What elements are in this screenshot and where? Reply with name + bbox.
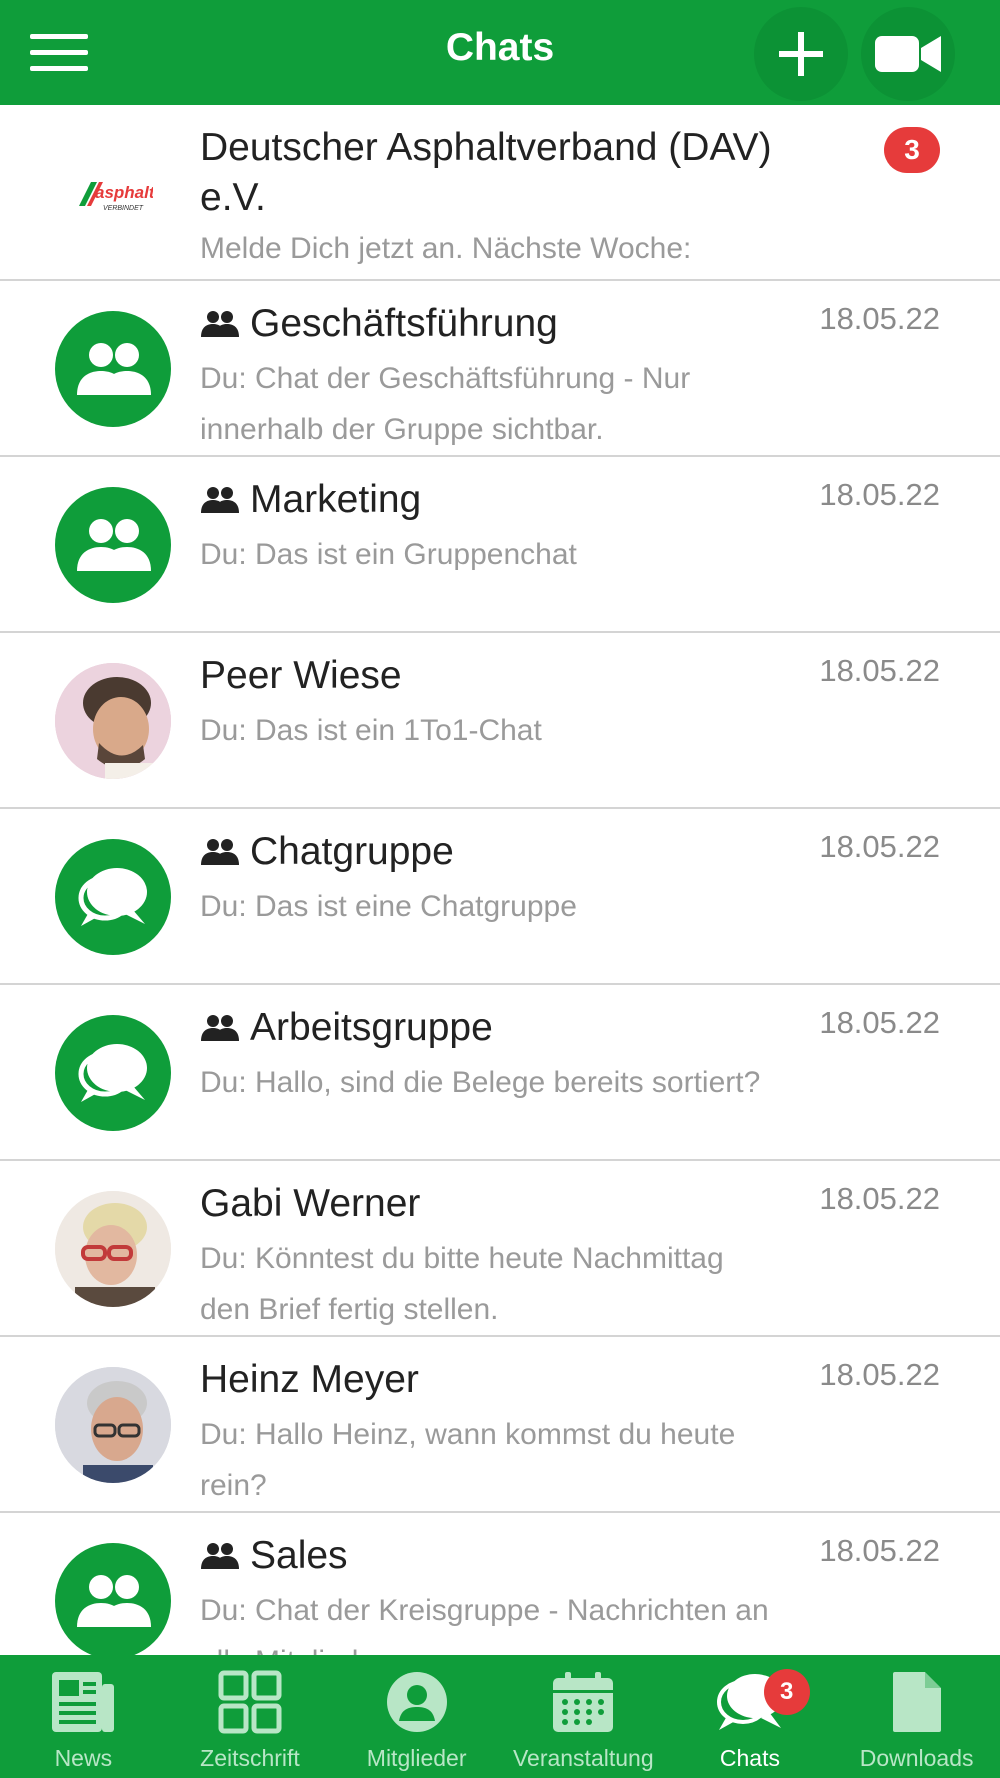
chat-date: 18.05.22 bbox=[819, 477, 940, 512]
chat-date: 18.05.22 bbox=[819, 1005, 940, 1040]
tab-label: News bbox=[54, 1745, 113, 1771]
chat-row-geschaeftsfuehrung[interactable]: Geschäftsführung Du: Chat der Geschäftsf… bbox=[0, 281, 1000, 457]
chat-title: Arbeitsgruppe bbox=[200, 1003, 493, 1053]
chat-title: Deutscher Asphaltverband (DAV) e.V. bbox=[200, 126, 772, 219]
group-icon bbox=[77, 1575, 151, 1627]
chat-bubbles-icon bbox=[78, 1044, 147, 1102]
calendar-icon bbox=[551, 1669, 615, 1735]
tab-label: Zeitschrift bbox=[200, 1745, 300, 1771]
new-chat-button[interactable] bbox=[754, 7, 848, 101]
chat-group-avatar bbox=[55, 1015, 171, 1131]
chat-title: Heinz Meyer bbox=[200, 1358, 419, 1401]
tab-label: Mitglieder bbox=[366, 1745, 467, 1771]
chat-date: 18.05.22 bbox=[819, 829, 940, 864]
chat-row-peer-wiese[interactable]: Peer Wiese Du: Das ist ein 1To1-Chat 18.… bbox=[0, 633, 1000, 809]
chat-preview: Du: Chat der Kreisgruppe - Nachrichten a… bbox=[200, 1594, 769, 1655]
chat-preview: Du: Das ist ein 1To1-Chat bbox=[200, 714, 542, 747]
page-title: Chats bbox=[445, 26, 555, 69]
chat-group-avatar bbox=[55, 839, 171, 955]
asphalt-logo: asphalt VERBINDET bbox=[55, 135, 171, 251]
avatar-photo bbox=[55, 1367, 171, 1483]
person-icon bbox=[386, 1669, 448, 1735]
svg-text:asphalt: asphalt bbox=[95, 183, 153, 202]
chat-preview: Du: Das ist eine Chatgruppe bbox=[200, 890, 577, 923]
group-indicator-icon bbox=[200, 837, 240, 867]
chat-preview: Du: Das ist ein Gruppenchat bbox=[200, 538, 577, 571]
tab-downloads[interactable]: Downloads bbox=[833, 1655, 1000, 1778]
chat-row-sales[interactable]: Sales Du: Chat der Kreisgruppe - Nachric… bbox=[0, 1513, 1000, 1655]
chat-title: Sales bbox=[200, 1531, 348, 1581]
file-icon bbox=[891, 1669, 943, 1735]
chat-title: Peer Wiese bbox=[200, 654, 402, 697]
tab-chats[interactable]: 3 Chats bbox=[667, 1655, 834, 1778]
chat-title: Marketing bbox=[200, 475, 421, 525]
chat-date: 18.05.22 bbox=[819, 1533, 940, 1568]
chat-preview: Du: Könntest du bitte heute Nachmittag d… bbox=[200, 1242, 724, 1326]
plus-icon bbox=[779, 32, 823, 76]
group-indicator-icon bbox=[200, 1013, 240, 1043]
chat-date: 18.05.22 bbox=[819, 653, 940, 688]
chat-date: 18.05.22 bbox=[819, 1181, 940, 1216]
unread-badge: 3 bbox=[884, 127, 940, 173]
chat-row-chatgruppe[interactable]: Chatgruppe Du: Das ist eine Chatgruppe 1… bbox=[0, 809, 1000, 985]
group-avatar bbox=[55, 311, 171, 427]
group-indicator-icon bbox=[200, 309, 240, 339]
chat-title: Chatgruppe bbox=[200, 827, 454, 877]
grid-icon bbox=[218, 1669, 282, 1735]
tab-label: Downloads bbox=[859, 1745, 974, 1771]
chat-title: Geschäftsführung bbox=[200, 299, 558, 349]
chat-preview: Du: Chat der Geschäftsführung - Nur inne… bbox=[200, 362, 691, 446]
app-header: Chats bbox=[0, 0, 1000, 105]
chat-row-arbeitsgruppe[interactable]: Arbeitsgruppe Du: Hallo, sind die Belege… bbox=[0, 985, 1000, 1161]
chat-row-marketing[interactable]: Marketing Du: Das ist ein Gruppenchat 18… bbox=[0, 457, 1000, 633]
tab-zeitschrift[interactable]: Zeitschrift bbox=[167, 1655, 334, 1778]
chat-row-gabi-werner[interactable]: Gabi Werner Du: Könntest du bitte heute … bbox=[0, 1161, 1000, 1337]
group-icon bbox=[77, 343, 151, 395]
tab-veranstaltung[interactable]: Veranstaltung bbox=[500, 1655, 667, 1778]
tab-label: Veranstaltung bbox=[512, 1745, 654, 1771]
chat-preview: Du: Hallo Heinz, wann kommst du heute re… bbox=[200, 1418, 736, 1502]
chats-unread-badge: 3 bbox=[763, 1669, 810, 1715]
chat-row-dav[interactable]: asphalt VERBINDET Deutscher Asphaltverba… bbox=[0, 105, 1000, 281]
group-avatar bbox=[55, 487, 171, 603]
video-call-button[interactable] bbox=[861, 7, 955, 101]
bottom-tab-bar: News Zeitschrift Mitglieder Veranstaltun… bbox=[0, 1655, 1000, 1778]
avatar-photo bbox=[55, 663, 171, 779]
group-icon bbox=[77, 519, 151, 571]
chat-preview: Melde Dich jetzt an. Nächste Woche: bbox=[200, 232, 692, 265]
newspaper-icon bbox=[50, 1669, 116, 1735]
chat-list: asphalt VERBINDET Deutscher Asphaltverba… bbox=[0, 105, 1000, 1655]
group-avatar bbox=[55, 1543, 171, 1655]
group-indicator-icon bbox=[200, 1541, 240, 1571]
chat-preview: Du: Hallo, sind die Belege bereits sorti… bbox=[200, 1066, 761, 1099]
chat-date: 18.05.22 bbox=[819, 301, 940, 336]
tab-news[interactable]: News bbox=[0, 1655, 167, 1778]
chat-date: 18.05.22 bbox=[819, 1357, 940, 1392]
tab-mitglieder[interactable]: Mitglieder bbox=[333, 1655, 500, 1778]
group-indicator-icon bbox=[200, 485, 240, 515]
tab-label: Chats bbox=[719, 1745, 780, 1771]
chat-row-heinz-meyer[interactable]: Heinz Meyer Du: Hallo Heinz, wann kommst… bbox=[0, 1337, 1000, 1513]
svg-text:VERBINDET: VERBINDET bbox=[103, 205, 144, 212]
avatar-photo bbox=[55, 1191, 171, 1307]
video-camera-icon bbox=[875, 36, 941, 72]
chat-title: Gabi Werner bbox=[200, 1182, 421, 1225]
chat-bubbles-icon bbox=[78, 868, 147, 926]
